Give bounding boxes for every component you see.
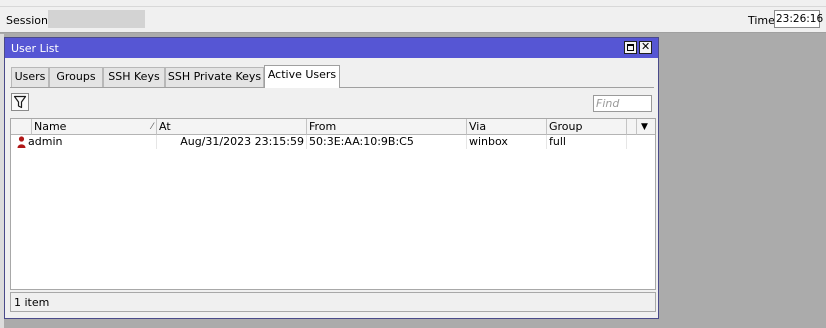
cell-from: 50:3E:AA:10:9B:C5 bbox=[307, 135, 467, 149]
sort-indicator-icon: ⁄ bbox=[151, 122, 153, 132]
window-titlebar[interactable]: User List ✕ bbox=[5, 38, 658, 58]
column-chooser-button[interactable]: ▼ bbox=[637, 119, 655, 135]
column-header-from[interactable]: From bbox=[307, 119, 467, 135]
close-icon: ✕ bbox=[641, 40, 651, 53]
session-value bbox=[48, 10, 145, 28]
close-button[interactable]: ✕ bbox=[639, 40, 652, 54]
tab-groups[interactable]: Groups bbox=[49, 67, 103, 87]
session-bar: Session: Time: 23:26:16 bbox=[0, 6, 826, 33]
maximize-button[interactable] bbox=[624, 41, 637, 54]
column-header-name-label: Name bbox=[34, 120, 67, 133]
tab-users[interactable]: Users bbox=[11, 67, 49, 87]
tab-ssh-private-keys[interactable]: SSH Private Keys bbox=[165, 67, 264, 87]
cell-via: winbox bbox=[467, 135, 547, 149]
cell-at: Aug/31/2023 23:15:59 bbox=[157, 135, 307, 149]
column-header-via[interactable]: Via bbox=[467, 119, 547, 135]
cell-name: admin bbox=[11, 135, 157, 149]
session-label: Session: bbox=[6, 14, 52, 27]
table-row[interactable]: admin Aug/31/2023 23:15:59 50:3E:AA:10:9… bbox=[11, 135, 655, 149]
column-header-name[interactable]: Name ⁄ bbox=[32, 119, 157, 135]
window-title: User List bbox=[11, 42, 59, 55]
filter-button[interactable] bbox=[11, 93, 29, 111]
column-header-at[interactable]: At bbox=[157, 119, 307, 135]
active-user-icon bbox=[17, 136, 26, 148]
cell-group: full bbox=[547, 135, 627, 149]
tab-ssh-keys[interactable]: SSH Keys bbox=[103, 67, 165, 87]
column-header-icon[interactable] bbox=[11, 119, 32, 135]
filter-funnel-icon bbox=[13, 95, 27, 109]
tab-active-users[interactable]: Active Users bbox=[264, 65, 340, 88]
chevron-down-icon: ▼ bbox=[641, 122, 648, 132]
user-name: admin bbox=[28, 135, 63, 148]
item-count: 1 item bbox=[14, 296, 50, 309]
active-users-table: Name ⁄ At From Via Group ▼ admin Aug/31/… bbox=[10, 118, 656, 290]
user-list-window: User List ✕ Users Groups SSH Keys SSH Pr… bbox=[4, 37, 659, 319]
column-header-group[interactable]: Group bbox=[547, 119, 627, 135]
time-value: 23:26:16 bbox=[774, 10, 823, 28]
column-header-spacer bbox=[627, 119, 637, 135]
find-input[interactable] bbox=[593, 95, 652, 112]
status-bar: 1 item bbox=[10, 292, 656, 312]
